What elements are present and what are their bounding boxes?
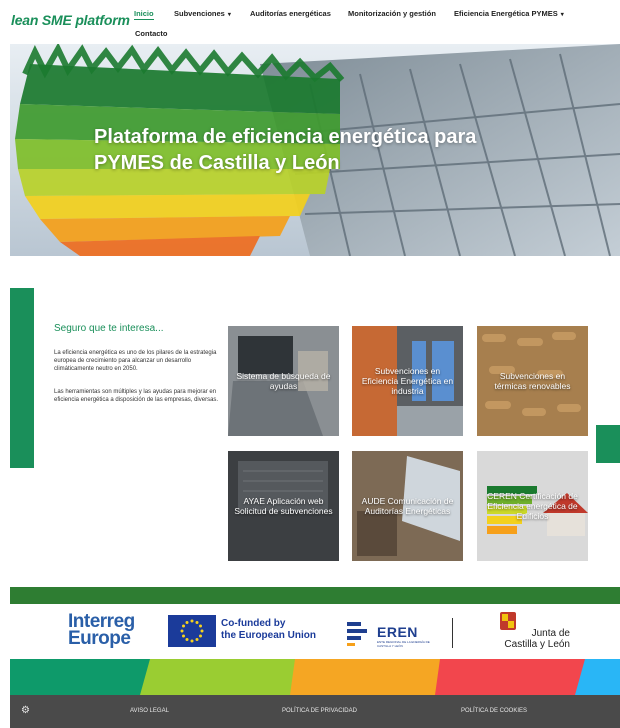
chevron-down-icon: ▾ [227, 12, 231, 18]
cofunded-text: Co-funded by the European Union [221, 618, 316, 642]
jcyl-line1: Junta de [531, 628, 570, 639]
cofunded-line1: Co-funded by [221, 618, 286, 629]
card-busqueda-ayudas[interactable]: Sistema de búsqueda de ayudas [228, 326, 339, 436]
intro-paragraph-2: Las herramientas son múltiples y las ayu… [54, 389, 219, 403]
intro-paragraph-1: La eficiencia energética es uno de los p… [54, 350, 217, 372]
right-accent-bar [596, 425, 620, 463]
site-footer: ⚙ AVISO LEGAL POLÍTICA DE PRIVACIDAD POL… [10, 695, 620, 728]
logo-divider [452, 618, 453, 648]
card-eficiencia-industria[interactable]: Subvenciones en Eficiencia Energética en… [352, 326, 463, 436]
partner-logos: Interreg Europe Co-funded by the Europea… [10, 604, 620, 659]
card-label: Subvenciones en Eficiencia Energética en… [361, 366, 454, 396]
nav-item-label: Auditorías energéticas [250, 9, 331, 18]
eren-subtitle: ENTE REGIONAL DE LA ENERGÍA DE CASTILLA … [377, 640, 430, 648]
nav-item-label: Eficiencia Energética PYMES [454, 9, 558, 18]
nav-item-label: Monitorización y gestión [348, 9, 436, 18]
footer-link-aviso-legal[interactable]: AVISO LEGAL [130, 708, 169, 714]
eren-emblem-icon [347, 622, 367, 646]
nav-item-label: Subvenciones [174, 9, 225, 18]
card-label: AYAE Aplicación web Solicitud de subvenc… [234, 496, 333, 516]
interreg-logo: Interreg Europe [68, 612, 135, 649]
eren-logo: EREN ENTE REGIONAL DE LA ENERGÍA DE CAST… [345, 618, 435, 650]
hero-banner: Plataforma de eficiencia energética para… [10, 44, 620, 256]
section-title: Seguro que te interesa... [54, 323, 164, 334]
hero-title: Plataforma de eficiencia energética para… [94, 124, 564, 176]
card-label: AUDE Comunicación de Auditorías Energéti… [361, 496, 454, 516]
cofunded-line2: the European Union [221, 630, 316, 641]
nav-item-auditorias[interactable]: Auditorías energéticas [250, 9, 331, 18]
card-label: CEREN Certificación de Eficiencia energé… [487, 491, 578, 521]
jcyl-line2: Castilla y León [504, 639, 570, 650]
card-label: Subvenciones en térmicas renovables [494, 371, 571, 391]
nav-item-inicio[interactable]: Inicio [134, 9, 154, 20]
junta-cyl-text: Junta de Castilla y León [484, 628, 570, 650]
card-aude[interactable]: AUDE Comunicación de Auditorías Energéti… [352, 451, 463, 561]
nav-item-label: Contacto [135, 29, 168, 38]
footer-link-privacidad[interactable]: POLÍTICA DE PRIVACIDAD [282, 708, 357, 714]
chevron-down-icon: ▾ [560, 12, 564, 18]
nav-item-eficiencia-pymes[interactable]: Eficiencia Energética PYMES ▾ [454, 9, 564, 18]
eu-flag-icon [168, 615, 216, 647]
site-logo[interactable]: lean SME platform [11, 12, 130, 28]
green-divider-band [10, 587, 620, 604]
footer-link-cookies[interactable]: POLÍTICA DE COOKIES [461, 708, 527, 714]
gear-icon[interactable]: ⚙ [21, 706, 31, 716]
junta-cyl-logo: Junta de Castilla y León [480, 610, 580, 656]
card-label: Sistema de búsqueda de ayudas [236, 371, 331, 391]
nav-item-label: Inicio [134, 9, 154, 18]
nav-item-monitorizacion[interactable]: Monitorización y gestión [348, 9, 436, 18]
card-ceren[interactable]: CEREN Certificación de Eficiencia energé… [477, 451, 588, 561]
interreg-line2: Europe [68, 628, 131, 649]
left-accent-bar [10, 288, 34, 468]
hero-title-line1: Plataforma de eficiencia energética para [94, 126, 477, 148]
nav-item-contacto[interactable]: Contacto [135, 29, 168, 38]
nav-item-subvenciones[interactable]: Subvenciones ▾ [174, 9, 231, 18]
hero-title-line2: PYMES de Castilla y León [94, 152, 340, 174]
card-termicas-renovables[interactable]: Subvenciones en térmicas renovables [477, 326, 588, 436]
color-stripe-band [10, 659, 620, 695]
eren-text: EREN [377, 624, 418, 640]
card-ayae[interactable]: AYAE Aplicación web Solicitud de subvenc… [228, 451, 339, 561]
